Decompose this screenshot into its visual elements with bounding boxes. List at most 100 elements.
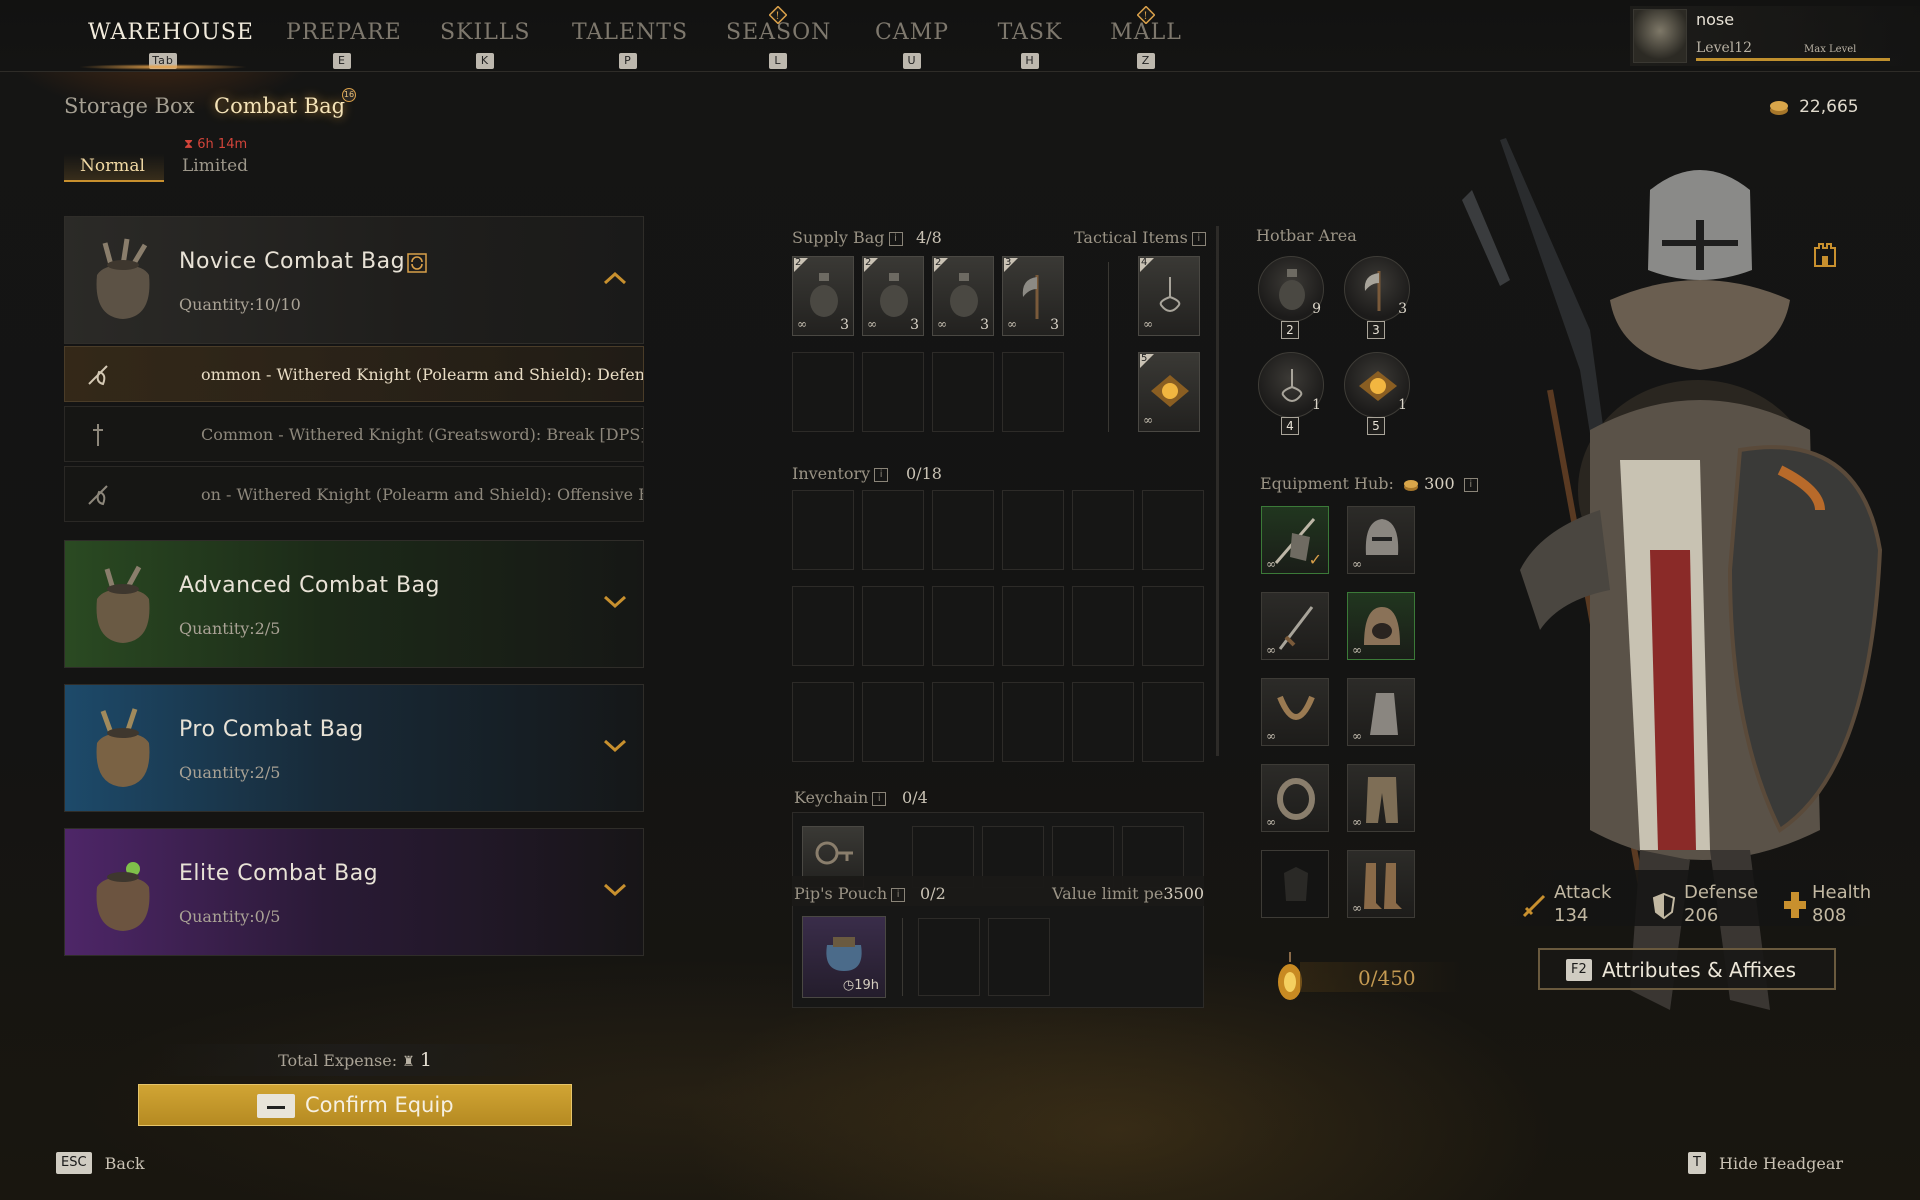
total-expense-label: Total Expense: (278, 1051, 398, 1070)
tier-number: 2 (935, 257, 942, 268)
nav-label: SKILLS (440, 20, 531, 45)
advanced-combat-bag-header[interactable]: Advanced Combat Bag Quantity:2/5 (64, 540, 644, 668)
info-icon[interactable]: i (1191, 231, 1206, 246)
chevron-up-icon[interactable] (603, 271, 627, 285)
gauntlet-icon (1370, 693, 1398, 735)
nav-tab-season[interactable]: ! SEASON L (726, 6, 830, 70)
mode-limited-tab[interactable]: Limited (182, 156, 248, 176)
elite-combat-bag-header[interactable]: Elite Combat Bag Quantity:0/5 (64, 828, 644, 956)
inventory-slot[interactable] (792, 586, 854, 666)
chevron-down-icon[interactable] (603, 595, 627, 609)
info-icon[interactable]: i (874, 467, 889, 482)
pouch-slot-item[interactable]: ◷19h (802, 916, 886, 998)
supply-slot-empty[interactable] (862, 352, 924, 432)
supply-bag-title: Supply Bag (792, 228, 885, 247)
tactical-slot-grapple[interactable]: 4 ∞ (1138, 256, 1200, 336)
fire-pouch-icon (1151, 375, 1189, 407)
novice-combat-bag-header[interactable]: Novice Combat Bag Quantity:10/10 (64, 216, 644, 344)
tab-storage-box[interactable]: Storage Box (64, 94, 195, 118)
inventory-slot[interactable] (1002, 586, 1064, 666)
equip-slot-empty[interactable] (1261, 850, 1329, 918)
info-icon[interactable]: i (888, 231, 903, 246)
player-profile[interactable]: nose Level12 Max Level (1630, 6, 1920, 66)
link-icon: ∞ (1007, 317, 1017, 331)
nav-tab-task[interactable]: TASK H (994, 20, 1066, 70)
supply-slot-potion[interactable]: 2 ∞ 3 (792, 256, 854, 336)
character-model[interactable] (1400, 130, 1900, 1070)
inventory-slot[interactable] (1002, 490, 1064, 570)
nav-tab-camp[interactable]: CAMP U (872, 20, 952, 70)
hotbar-key: 3 (1367, 321, 1385, 339)
bag-title: Novice Combat Bag (179, 249, 406, 274)
tab-combat-bag[interactable]: Combat Bag (214, 94, 345, 118)
mode-normal-tab[interactable]: Normal (64, 154, 164, 182)
f2-key: F2 (1566, 959, 1592, 981)
confirm-equip-button[interactable]: Confirm Equip (138, 1084, 572, 1126)
supply-slot-empty[interactable] (932, 352, 994, 432)
hide-headgear-button[interactable]: T Hide Headgear (1688, 1152, 1843, 1174)
pouch-slot[interactable] (988, 918, 1050, 996)
scrollbar[interactable] (1216, 226, 1219, 756)
build-row[interactable]: on - Withered Knight (Polearm and Shield… (64, 466, 644, 522)
supply-slot-empty[interactable] (1002, 352, 1064, 432)
equip-slot-ring[interactable]: ∞ (1261, 764, 1329, 832)
hide-headgear-label: Hide Headgear (1719, 1153, 1844, 1173)
pro-combat-bag-header[interactable]: Pro Combat Bag Quantity:2/5 (64, 684, 644, 812)
build-row[interactable]: Common - Withered Knight (Greatsword): B… (64, 406, 644, 462)
nav-tab-talents[interactable]: TALENTS P (572, 20, 687, 70)
tactical-slot-firebomb[interactable]: 5 ∞ (1138, 352, 1200, 432)
chevron-down-icon[interactable] (603, 883, 627, 897)
chevron-down-icon[interactable] (603, 739, 627, 753)
inventory-slot[interactable] (1072, 682, 1134, 762)
inventory-slot[interactable] (1072, 490, 1134, 570)
equip-slot-amulet[interactable]: ∞ (1261, 678, 1329, 746)
link-icon: ∞ (1352, 643, 1362, 657)
inventory-slot[interactable] (1142, 682, 1204, 762)
gold-coin-icon (1770, 100, 1788, 115)
equip-slot-sword[interactable]: ∞ (1261, 592, 1329, 660)
grappling-hook-icon (1159, 277, 1181, 312)
bag-quantity: Quantity:10/10 (179, 295, 301, 314)
attributes-affixes-button[interactable]: F2 Attributes & Affixes (1538, 948, 1836, 990)
inventory-slot[interactable] (792, 490, 854, 570)
bag-quantity: Quantity:2/5 (179, 763, 281, 782)
inventory-slot[interactable] (1072, 586, 1134, 666)
inventory-slot[interactable] (1142, 586, 1204, 666)
nav-tab-prepare[interactable]: PREPARE E (286, 20, 401, 70)
nav-tab-skills[interactable]: SKILLS K (440, 20, 530, 70)
item-quantity: 3 (910, 317, 919, 333)
inventory-slot[interactable] (862, 586, 924, 666)
build-row-selected[interactable]: ommon - Withered Knight (Polearm and Shi… (64, 346, 644, 402)
nav-tab-mall[interactable]: ! MALL Z (1108, 6, 1184, 70)
supply-slot-axe[interactable]: 3 ∞ 3 (1002, 256, 1064, 336)
inventory-slot[interactable] (862, 490, 924, 570)
pouch-slot[interactable] (918, 918, 980, 996)
inventory-slot[interactable] (862, 682, 924, 762)
supply-slot-potion[interactable]: 2 ∞ 3 (862, 256, 924, 336)
inventory-slot[interactable] (792, 682, 854, 762)
equip-slot-polearm-shield[interactable]: ✓ ∞ (1261, 506, 1329, 574)
back-button[interactable]: ESC Back (56, 1152, 145, 1174)
castle-icon[interactable] (1812, 240, 1838, 268)
supply-slot-empty[interactable] (792, 352, 854, 432)
hotbar-slot-potion[interactable]: 9 (1258, 256, 1324, 322)
supply-slot-potion[interactable]: 2 ∞ 3 (932, 256, 994, 336)
info-icon[interactable]: i (872, 791, 887, 806)
alert-diamond-icon: ! (769, 6, 787, 24)
hotbar-slot-grapple[interactable]: 1 (1258, 352, 1324, 418)
inventory-slot[interactable] (932, 682, 994, 762)
keychain-label: Keychain i (794, 788, 887, 807)
refresh-icon[interactable] (407, 253, 427, 273)
inventory-slot[interactable] (1002, 682, 1064, 762)
inventory-slot[interactable] (932, 490, 994, 570)
greatsword-icon (93, 424, 103, 446)
pouch-label: Pip's Pouch i (794, 884, 906, 903)
inventory-label: Inventory i (792, 464, 889, 483)
build-name: ommon - Withered Knight (Polearm and Shi… (201, 365, 644, 384)
avatar (1633, 9, 1687, 63)
inventory-slot[interactable] (932, 586, 994, 666)
inventory-slot[interactable] (1142, 490, 1204, 570)
build-name: on - Withered Knight (Polearm and Shield… (201, 485, 643, 504)
nav-tab-warehouse[interactable]: WAREHOUSE Tab (88, 20, 253, 70)
info-icon[interactable]: i (891, 887, 906, 902)
